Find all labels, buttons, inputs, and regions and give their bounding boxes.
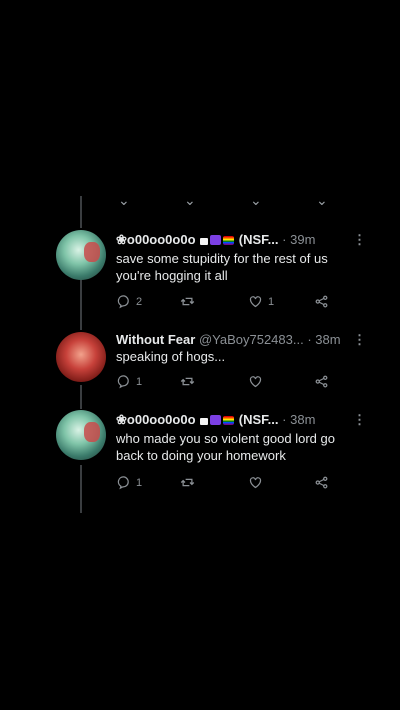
retweet-icon [180,297,195,306]
tweet-text: save some stupidity for the rest of us y… [116,251,328,283]
more-options-icon[interactable]: ⋮ [353,412,366,428]
timestamp[interactable]: 38m [315,332,340,347]
display-name-tail: (NSF... [238,412,279,427]
like-button[interactable] [248,374,268,389]
tweet-actions: 2 1 [116,294,346,312]
like-count: 1 [268,295,275,308]
heart-icon: ⌄ [250,198,262,208]
retweet-icon [180,478,195,487]
tweet-header: ❀o00oo0o0o (NSF... · 39m [116,232,315,248]
tweet-text: speaking of hogs... [116,349,226,364]
share-icon: ⌄ [316,198,328,208]
avatar[interactable] [56,332,106,382]
separator: · [282,412,287,427]
tweet-text: who made you so violent good lord go bac… [116,431,335,463]
reply-icon [117,295,129,309]
thread-line [80,385,82,409]
like-button[interactable]: 1 [248,294,274,309]
reply-icon: ⌄ [118,198,130,208]
like-button[interactable] [248,475,268,490]
retweet-button[interactable] [180,294,200,309]
separator: · [307,332,312,347]
share-button[interactable] [314,475,329,490]
reply-count: 1 [136,375,143,388]
share-icon [315,375,328,388]
reply-button[interactable]: 1 [116,374,142,389]
thread-line [80,274,82,330]
share-button[interactable] [314,294,329,309]
reply-count: 2 [136,295,143,308]
heart-icon [249,477,262,489]
retweet-icon [180,377,195,386]
tweet-header: Without Fear @YaBoy752483... · 38m [116,332,341,348]
retweet-button[interactable] [180,374,200,389]
more-options-icon[interactable]: ⋮ [353,232,366,248]
flag-badge [200,418,209,425]
rainbow-flag-badge [223,236,235,245]
user-handle[interactable]: @YaBoy752483... [199,332,304,347]
reply-icon [117,375,129,389]
purple-heart-badge [210,415,222,425]
tweet-header: ❀o00oo0o0o (NSF... · 38m [116,412,315,428]
timestamp[interactable]: 38m [290,412,315,427]
avatar[interactable] [56,410,106,460]
reply-count: 1 [136,476,143,489]
purple-heart-badge [210,235,222,245]
more-options-icon[interactable]: ⋮ [353,332,366,348]
share-icon [315,295,328,308]
display-name[interactable]: ❀o00oo0o0o [116,412,196,427]
avatar[interactable] [56,230,106,280]
tweet-actions: 1 [116,475,346,493]
share-icon [315,476,328,489]
flag-badge [200,238,209,245]
heart-icon [249,296,262,308]
previous-tweet-actions-cut: ⌄ ⌄ ⌄ ⌄ [112,198,342,210]
display-name-tail: (NSF... [238,232,279,247]
share-button[interactable] [314,374,329,389]
tweet-actions: 1 [116,374,346,392]
heart-icon [249,376,262,388]
reply-button[interactable]: 1 [116,475,142,490]
retweet-icon: ⌄ [184,198,196,208]
thread-line [80,465,82,513]
display-name[interactable]: ❀o00oo0o0o [116,232,196,247]
reply-button[interactable]: 2 [116,294,142,309]
retweet-button[interactable] [180,475,200,490]
reply-icon [117,476,129,490]
rainbow-flag-badge [223,416,235,425]
separator: · [282,232,287,247]
display-name[interactable]: Without Fear [116,332,195,347]
timestamp[interactable]: 39m [290,232,315,247]
thread-line [80,196,82,228]
